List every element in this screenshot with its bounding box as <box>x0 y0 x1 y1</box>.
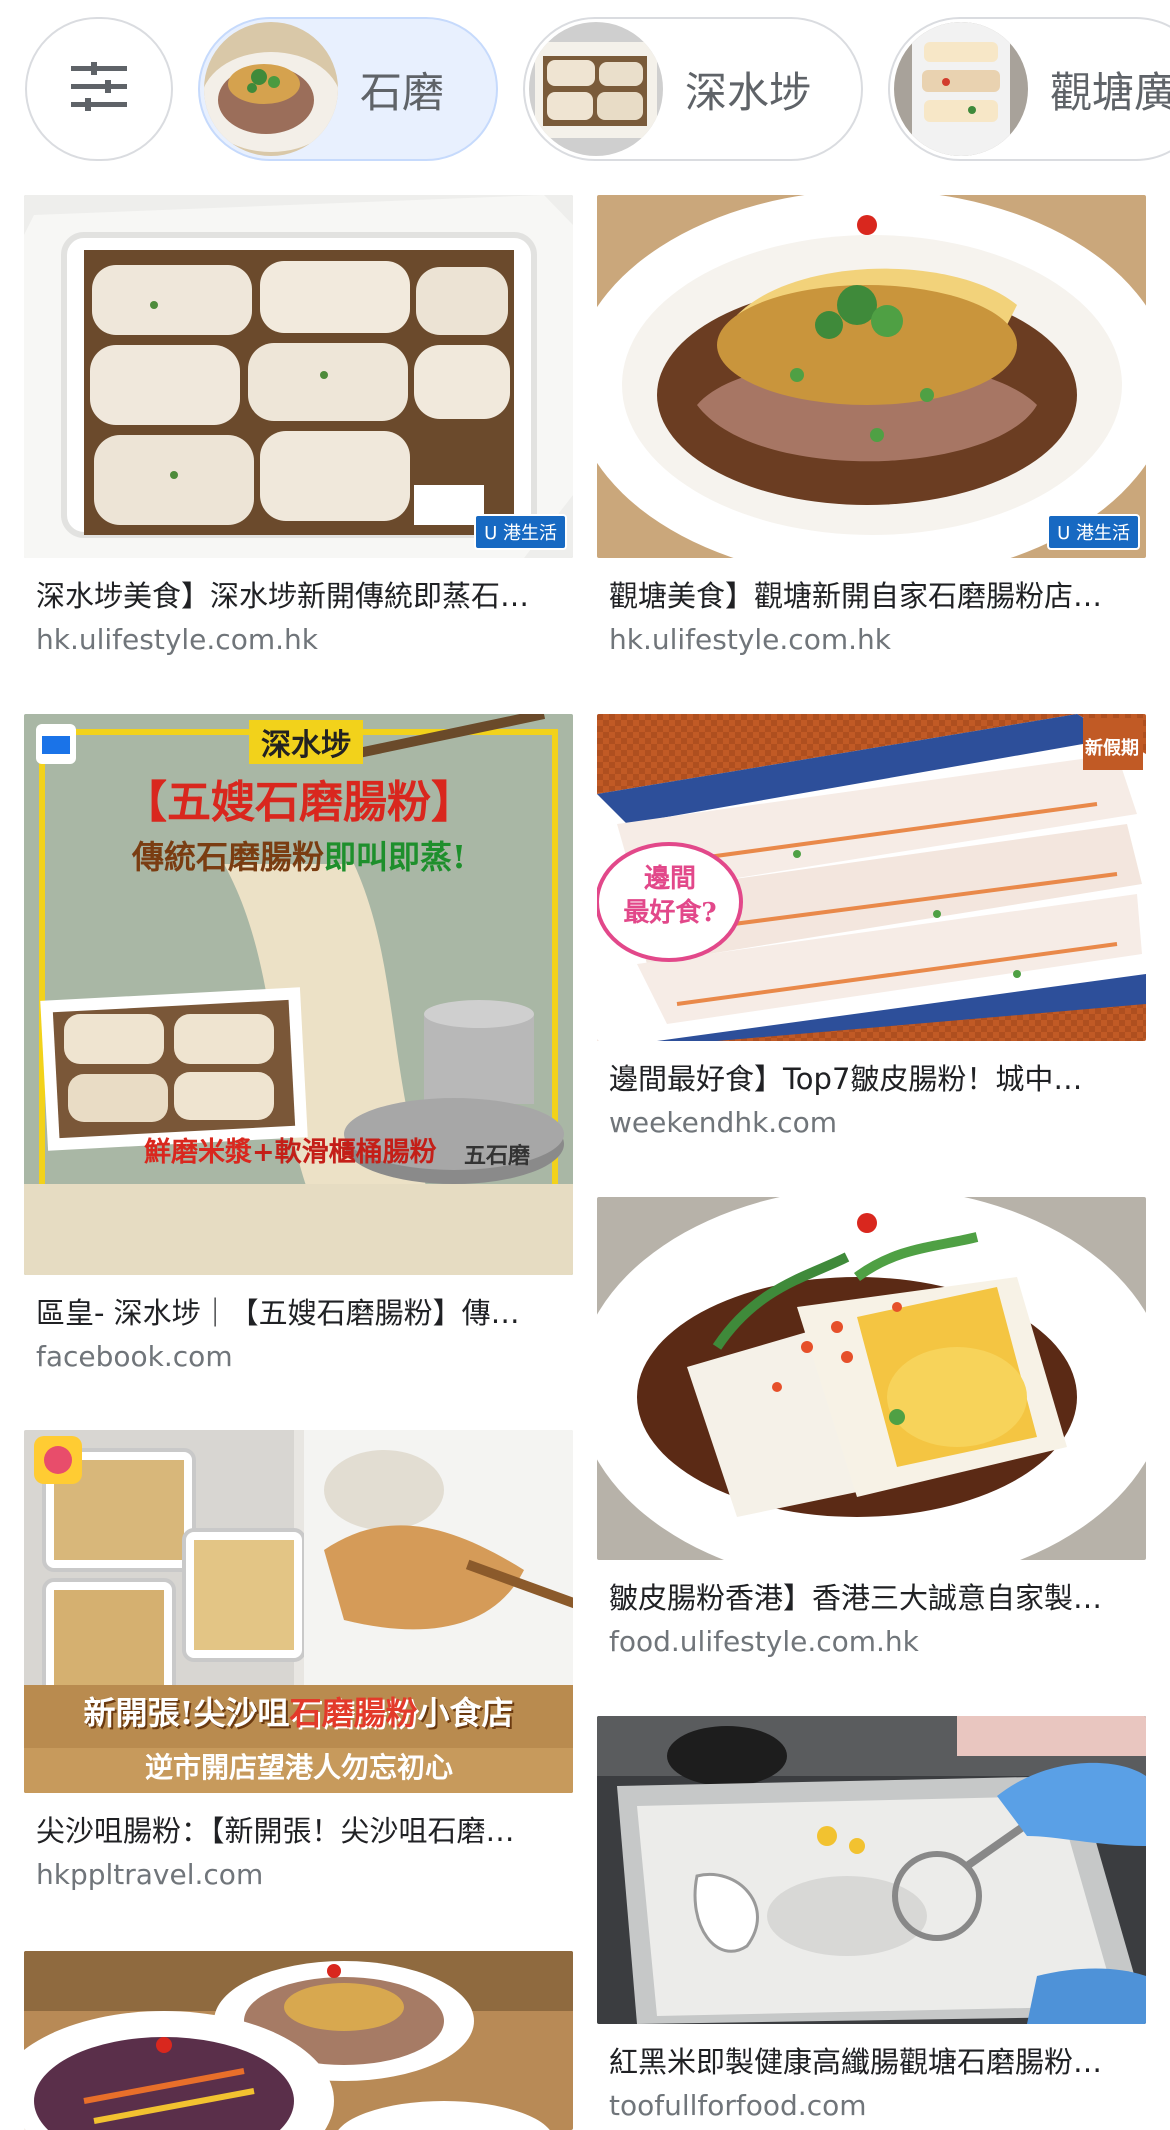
result-title[interactable]: 觀塘美食】觀塘新開自家石磨腸粉店… <box>597 576 1146 616</box>
source-badge: U 港生活 <box>1047 514 1140 550</box>
result-source: weekendhk.com <box>609 1106 837 1139</box>
result-source: food.ulifestyle.com.hk <box>609 1625 919 1658</box>
result-card[interactable]: U 港生活 觀塘美食】觀塘新開自家石磨腸粉店… hk.ulifestyle.co… <box>597 195 1146 660</box>
image-text-shop: 【五嫂石磨腸粉】 <box>123 777 475 828</box>
chip-label: 觀塘廣 <box>1050 67 1170 117</box>
result-card[interactable]: 皺皮腸粉香港】香港三大誠意自家製… food.ulifestyle.com.hk <box>597 1197 1146 1662</box>
result-title[interactable]: 邊間最好食】Top7皺皮腸粉！城中… <box>597 1059 1146 1099</box>
image-text-bubble-a: 邊間 <box>643 864 696 894</box>
image-text-bubble: 邊間 最好食? <box>605 862 735 930</box>
result-title[interactable]: 區皇- 深水埗｜【五嫂石磨腸粉】傳… <box>24 1293 573 1333</box>
image-text-district: 深水埗 <box>249 720 363 764</box>
result-source: hk.ulifestyle.com.hk <box>36 623 318 656</box>
result-image[interactable]: 深水埗 【五嫂石磨腸粉】 傳統石磨腸粉即叫即蒸! 鮮磨米漿+軟滑櫃桶腸粉 五石磨 <box>24 714 573 1275</box>
image-text-bubble-b: 最好食? <box>623 898 717 928</box>
image-text-headline-b: 石磨腸粉 <box>289 1694 418 1732</box>
chip-thumbnail <box>529 22 663 156</box>
source-badge: U 港生活 <box>474 514 567 550</box>
image-text-bottom-b: +軟滑櫃桶腸粉 <box>252 1137 437 1168</box>
result-title[interactable]: 皺皮腸粉香港】香港三大誠意自家製… <box>597 1578 1146 1618</box>
result-card[interactable]: 新開張!尖沙咀石磨腸粉小食店 逆市開店望港人勿忘初心 尖沙咀腸粉：【新開張！尖沙… <box>24 1430 573 1895</box>
result-image[interactable]: U 港生活 <box>24 195 573 558</box>
chip-kwun-tong[interactable]: 觀塘廣 <box>888 17 1170 161</box>
image-text-headline-a: 新開張!尖沙咀 <box>83 1694 290 1732</box>
image-text-bottom: 鮮磨米漿+軟滑櫃桶腸粉 <box>144 1130 437 1169</box>
result-image[interactable]: 邊間 最好食? 新假期 <box>597 714 1146 1041</box>
result-source: toofullforfood.com <box>609 2089 867 2122</box>
result-image[interactable] <box>597 1197 1146 1560</box>
result-card[interactable]: 深水埗 【五嫂石磨腸粉】 傳統石磨腸粉即叫即蒸! 鮮磨米漿+軟滑櫃桶腸粉 五石磨… <box>24 714 573 1377</box>
filter-button[interactable] <box>25 17 173 161</box>
image-text-headline: 新開張!尖沙咀石磨腸粉小食店 <box>36 1688 561 1734</box>
result-card[interactable]: 紅黑米即製健康高纖腸觀塘石磨腸粉… toofullforfood.com <box>597 1716 1146 2126</box>
result-source: hkppltravel.com <box>36 1858 264 1891</box>
image-text-slogan-a: 傳統石磨腸粉 <box>131 838 324 876</box>
chip-thumbnail <box>204 22 338 156</box>
result-card[interactable] <box>24 1951 573 2130</box>
result-image[interactable] <box>24 1951 573 2130</box>
image-text-stone: 五石磨 <box>464 1143 531 1169</box>
image-text-headline-c: 小食店 <box>417 1694 514 1732</box>
chip-stone-mill[interactable]: 石磨 <box>198 17 498 161</box>
result-image[interactable]: U 港生活 <box>597 195 1146 558</box>
image-text-bottom-a: 鮮磨米漿 <box>144 1137 252 1168</box>
image-text-slogan: 傳統石磨腸粉即叫即蒸! <box>84 832 514 878</box>
image-text-sub: 逆市開店望港人勿忘初心 <box>144 1751 453 1784</box>
result-title[interactable]: 紅黑米即製健康高纖腸觀塘石磨腸粉… <box>597 2042 1146 2082</box>
result-source: hk.ulifestyle.com.hk <box>609 623 891 656</box>
image-text-slogan-b: 即叫即蒸! <box>323 838 467 876</box>
result-card[interactable]: 邊間 最好食? 新假期 邊間最好食】Top7皺皮腸粉！城中… weekendhk… <box>597 714 1146 1143</box>
result-title[interactable]: 深水埗美食】深水埗新開傳統即蒸石… <box>24 576 573 616</box>
result-image[interactable]: 新開張!尖沙咀石磨腸粉小食店 逆市開店望港人勿忘初心 <box>24 1430 573 1793</box>
result-card[interactable]: U 港生活 深水埗美食】深水埗新開傳統即蒸石… hk.ulifestyle.co… <box>24 195 573 660</box>
chip-sham-shui-po[interactable]: 深水埗 <box>523 17 863 161</box>
result-title[interactable]: 尖沙咀腸粉：【新開張！尖沙咀石磨… <box>24 1811 573 1851</box>
chip-label: 深水埗 <box>685 67 812 117</box>
image-text-logo: 新假期 <box>1085 738 1139 759</box>
chip-label: 石磨 <box>360 67 445 117</box>
chip-thumbnail <box>894 22 1028 156</box>
result-image[interactable] <box>597 1716 1146 2024</box>
tune-icon <box>69 62 129 116</box>
result-source: facebook.com <box>36 1340 233 1373</box>
filter-chips-row: 石磨 深水埗 觀塘廣 <box>0 14 1170 166</box>
